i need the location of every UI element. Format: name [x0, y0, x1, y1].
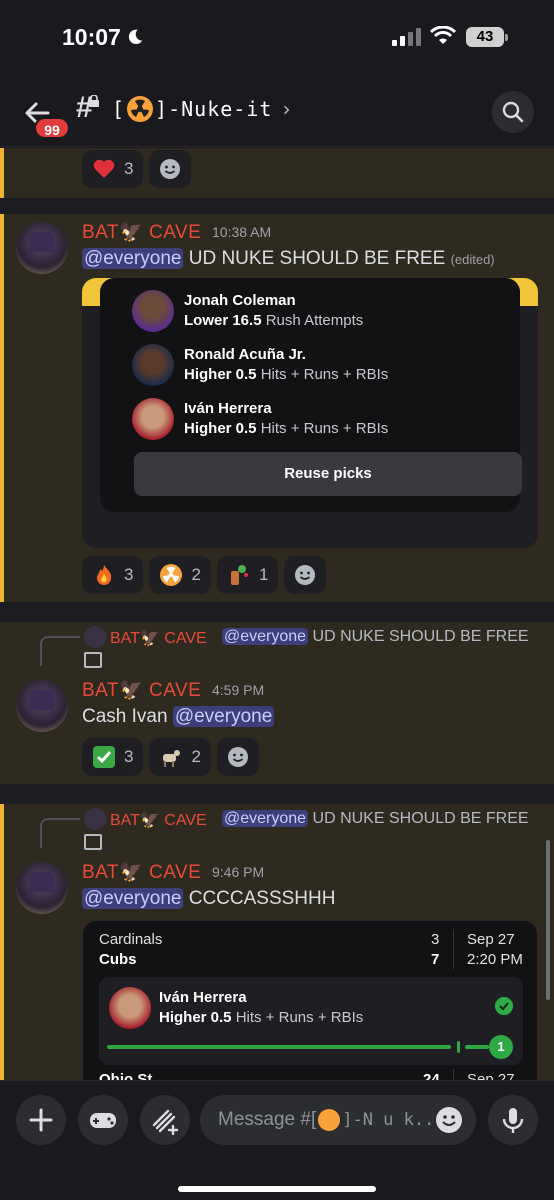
- edited-label: (edited): [450, 252, 495, 267]
- message-text: @everyone UD NUKE SHOULD BE FREE (edited…: [82, 248, 495, 269]
- avatar[interactable]: [16, 680, 68, 732]
- smile-icon: [295, 565, 316, 585]
- fire-icon: [97, 565, 112, 585]
- reaction-heart[interactable]: 3: [82, 150, 144, 188]
- mention[interactable]: @everyone: [172, 706, 275, 727]
- reply-username[interactable]: BAT🦅 CAVE: [110, 628, 207, 648]
- microphone-icon: [502, 1108, 524, 1133]
- message-text: Cash Ivan @everyone: [82, 706, 275, 727]
- username[interactable]: BAT🦅 CAVE: [82, 220, 201, 244]
- timestamp: 9:46 PM: [212, 864, 265, 880]
- previous-message: 3: [0, 148, 554, 198]
- channel-title[interactable]: [ ] -Nuke-it ›: [112, 96, 293, 122]
- avatar[interactable]: [16, 222, 68, 274]
- message-1: BAT🦅 CAVE 10:38 AM @everyone UD NUKE SHO…: [0, 214, 554, 602]
- message-text: @everyone CCCCASSSHHH: [82, 888, 336, 909]
- status-bar: 10:07 43: [0, 0, 554, 75]
- mention[interactable]: @everyone: [82, 248, 184, 269]
- message-3: BAT🦅 CAVE @everyone UD NUKE SHOULD BE FR…: [0, 804, 554, 1080]
- check-circle-icon: [495, 997, 513, 1015]
- radioactive-icon: [127, 96, 154, 122]
- voice-button[interactable]: [488, 1095, 538, 1145]
- reaction-goat[interactable]: 2: [149, 738, 211, 776]
- avatar[interactable]: [16, 862, 68, 914]
- moon-icon: [128, 29, 143, 45]
- wifi-icon: [430, 26, 456, 44]
- heart-icon: [93, 159, 115, 178]
- gamepad-icon: [90, 1113, 116, 1128]
- unread-badge: 99: [34, 117, 70, 139]
- pick-result-card: Iván Herrera Higher 0.5 Hits + Runs + RB…: [99, 977, 523, 1065]
- scrollbar[interactable]: [546, 840, 550, 1000]
- reply-preview[interactable]: @everyone UD NUKE SHOULD BE FREE: [222, 810, 529, 828]
- reply-avatar: [84, 808, 106, 830]
- player-avatar: [132, 398, 174, 440]
- goat-icon: [163, 750, 181, 767]
- channel-header: 99 # [ ] -Nuke-it ›: [0, 75, 554, 147]
- add-reaction-button[interactable]: [284, 556, 327, 594]
- lock-icon: [89, 95, 99, 107]
- chevron-right-icon: ›: [280, 97, 294, 121]
- timestamp: 4:59 PM: [212, 682, 265, 698]
- message-composer: Message #[]-N u k...: [0, 1080, 554, 1200]
- progress-bar: [107, 1045, 451, 1049]
- add-reaction-button[interactable]: [216, 738, 259, 776]
- username[interactable]: BAT🦅 CAVE: [82, 860, 201, 884]
- radioactive-icon: [318, 1108, 341, 1131]
- reactions-row: 3: [82, 150, 192, 188]
- reactions-row: 3 2: [82, 738, 259, 776]
- radioactive-icon: [160, 564, 183, 586]
- game-scorecard[interactable]: Cardinals 3 Cubs 7 Sep 27 2:20 PM Iván H…: [82, 920, 538, 1080]
- battery-icon: 43: [466, 27, 508, 47]
- username[interactable]: BAT🦅 CAVE: [82, 678, 201, 702]
- reply-username[interactable]: BAT🦅 CAVE: [110, 810, 207, 830]
- party-icon: [230, 565, 248, 585]
- apps-button[interactable]: [78, 1095, 128, 1145]
- bracket-open: [: [112, 97, 126, 121]
- mention[interactable]: @everyone: [82, 888, 184, 909]
- channel-name: -Nuke-it: [168, 97, 273, 121]
- check-icon: [93, 746, 115, 768]
- reaction-check[interactable]: 3: [82, 738, 144, 776]
- image-icon: [84, 652, 102, 668]
- sticker-icon: [152, 1109, 179, 1136]
- search-icon[interactable]: [492, 91, 534, 133]
- reuse-picks-button[interactable]: Reuse picks: [134, 452, 522, 496]
- smile-icon: [227, 747, 248, 767]
- add-attachment-button[interactable]: [16, 1095, 66, 1145]
- gif-button[interactable]: [140, 1095, 190, 1145]
- timestamp: 10:38 AM: [212, 224, 272, 240]
- reply-preview[interactable]: @everyone UD NUKE SHOULD BE FREE: [222, 628, 529, 646]
- status-time: 10:07: [62, 24, 121, 50]
- player-avatar: [132, 290, 174, 332]
- image-icon: [84, 834, 102, 850]
- reply-avatar: [84, 626, 106, 648]
- reactions-row: 3 2 1: [82, 556, 327, 594]
- message-2: BAT🦅 CAVE @everyone UD NUKE SHOULD BE FR…: [0, 622, 554, 784]
- reaction-party[interactable]: 1: [216, 556, 279, 594]
- add-reaction-button[interactable]: [149, 150, 192, 188]
- reaction-radioactive[interactable]: 2: [149, 556, 211, 594]
- picks-embed: Jonah Coleman Lower 16.5 Rush Attempts R…: [82, 278, 538, 548]
- smile-icon: [160, 159, 181, 179]
- home-indicator: [178, 1186, 376, 1192]
- player-avatar: [132, 344, 174, 386]
- plus-icon: [29, 1108, 53, 1132]
- player-avatar: [109, 987, 151, 1029]
- picks-card: Jonah Coleman Lower 16.5 Rush Attempts R…: [100, 278, 522, 512]
- signal-icon: [392, 28, 422, 46]
- result-value: 1: [489, 1035, 513, 1059]
- chat-area[interactable]: 3 BAT🦅 CAVE 10:38 AM @everyone UD NUKE S…: [0, 148, 554, 1080]
- emoji-icon[interactable]: [434, 1105, 464, 1135]
- reaction-fire[interactable]: 3: [82, 556, 144, 594]
- bracket-close: ]: [155, 97, 169, 121]
